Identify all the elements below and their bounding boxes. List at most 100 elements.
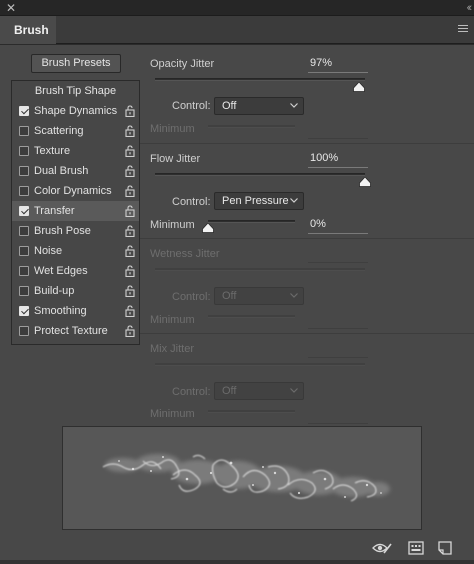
lock-icon[interactable] bbox=[125, 305, 135, 318]
brush-option-row[interactable]: Smoothing bbox=[12, 301, 139, 321]
option-label[interactable]: Noise bbox=[34, 241, 62, 261]
opacity-control-label: Control: bbox=[172, 100, 211, 112]
option-checkbox[interactable] bbox=[19, 266, 29, 276]
option-checkbox[interactable] bbox=[19, 246, 29, 256]
wetness-jitter-label: Wetness Jitter bbox=[150, 248, 220, 260]
flow-minimum-slider[interactable] bbox=[208, 220, 295, 223]
lock-icon[interactable] bbox=[125, 105, 135, 118]
lock-icon[interactable] bbox=[125, 265, 135, 278]
brush-option-row[interactable]: Noise bbox=[12, 241, 139, 261]
wetness-minimum-label: Minimum bbox=[150, 314, 195, 326]
opacity-control-select[interactable]: Off bbox=[214, 97, 304, 115]
divider bbox=[140, 143, 474, 144]
lock-icon[interactable] bbox=[125, 145, 135, 158]
mix-control-select: Off bbox=[214, 382, 304, 400]
option-checkbox[interactable] bbox=[19, 106, 29, 116]
opacity-minimum-value bbox=[308, 121, 368, 139]
mix-minimum-value bbox=[308, 406, 368, 424]
new-preset-icon[interactable] bbox=[437, 541, 453, 555]
mix-control-value: Off bbox=[222, 385, 237, 397]
brush-option-row[interactable]: Shape Dynamics bbox=[12, 101, 139, 121]
eye-brush-icon[interactable] bbox=[372, 541, 392, 555]
option-label[interactable]: Color Dynamics bbox=[34, 181, 112, 201]
brush-option-row[interactable]: Protect Texture bbox=[12, 321, 139, 341]
collapse-icon[interactable]: ‹‹ bbox=[467, 1, 473, 15]
option-label[interactable]: Shape Dynamics bbox=[34, 101, 117, 121]
lock-icon[interactable] bbox=[125, 125, 135, 138]
lock-icon[interactable] bbox=[125, 245, 135, 258]
option-checkbox[interactable] bbox=[19, 186, 29, 196]
opacity-jitter-slider[interactable] bbox=[155, 78, 365, 81]
option-checkbox[interactable] bbox=[19, 126, 29, 136]
mix-minimum-slider bbox=[208, 410, 295, 413]
chevron-down-icon bbox=[290, 388, 298, 393]
option-label[interactable]: Smoothing bbox=[34, 301, 87, 321]
flow-control-select[interactable]: Pen Pressure bbox=[214, 192, 304, 210]
brush-option-row[interactable]: Color Dynamics bbox=[12, 181, 139, 201]
panel-titlebar: ✕ ‹‹ bbox=[0, 0, 474, 16]
presets-panel-icon[interactable] bbox=[408, 541, 424, 555]
option-label[interactable]: Protect Texture bbox=[34, 321, 108, 341]
option-checkbox[interactable] bbox=[19, 206, 29, 216]
lock-icon[interactable] bbox=[125, 185, 135, 198]
lock-icon[interactable] bbox=[125, 225, 135, 238]
option-label[interactable]: Build-up bbox=[34, 281, 74, 301]
opacity-jitter-value[interactable]: 97% bbox=[308, 55, 368, 73]
option-label[interactable]: Scattering bbox=[34, 121, 84, 141]
panel-menu-icon[interactable] bbox=[458, 25, 468, 34]
chevron-down-icon bbox=[290, 293, 298, 298]
wetness-jitter-value bbox=[308, 245, 368, 263]
brush-option-row[interactable]: Dual Brush bbox=[12, 161, 139, 181]
wetness-minimum-slider bbox=[208, 315, 295, 318]
mix-minimum-label: Minimum bbox=[150, 408, 195, 420]
wetness-control-select: Off bbox=[214, 287, 304, 305]
option-checkbox[interactable] bbox=[19, 326, 29, 336]
option-checkbox[interactable] bbox=[19, 306, 29, 316]
chevron-down-icon bbox=[290, 103, 298, 108]
mix-jitter-value bbox=[308, 340, 368, 358]
option-label[interactable]: Wet Edges bbox=[34, 261, 88, 281]
option-checkbox[interactable] bbox=[19, 286, 29, 296]
brush-presets-button[interactable]: Brush Presets bbox=[31, 54, 121, 73]
brush-option-row[interactable]: Build-up bbox=[12, 281, 139, 301]
lock-icon[interactable] bbox=[125, 285, 135, 298]
flow-jitter-label: Flow Jitter bbox=[150, 153, 201, 165]
option-checkbox[interactable] bbox=[19, 166, 29, 176]
brush-option-row[interactable]: Brush Pose bbox=[12, 221, 139, 241]
divider bbox=[140, 333, 474, 334]
flow-control-value: Pen Pressure bbox=[222, 195, 289, 207]
brush-option-row[interactable]: Texture bbox=[12, 141, 139, 161]
option-checkbox[interactable] bbox=[19, 226, 29, 236]
option-label[interactable]: Texture bbox=[34, 141, 70, 161]
brush-option-row[interactable]: Wet Edges bbox=[12, 261, 139, 281]
brush-option-row[interactable]: Transfer bbox=[12, 201, 139, 221]
lock-icon[interactable] bbox=[125, 205, 135, 218]
tab-bar: Brush bbox=[0, 16, 474, 44]
brush-stroke-preview bbox=[62, 426, 422, 530]
flow-jitter-value[interactable]: 100% bbox=[308, 150, 368, 168]
opacity-jitter-label: Opacity Jitter bbox=[150, 58, 215, 70]
wetness-minimum-value bbox=[308, 311, 368, 329]
brush-option-row[interactable]: Scattering bbox=[12, 121, 139, 141]
option-label[interactable]: Brush Pose bbox=[34, 221, 91, 241]
opacity-control-value: Off bbox=[222, 100, 237, 112]
option-label[interactable]: Transfer bbox=[34, 201, 75, 221]
wetness-jitter-slider bbox=[155, 268, 365, 271]
wetness-control-label: Control: bbox=[172, 291, 211, 303]
flow-control-label: Control: bbox=[172, 196, 211, 208]
option-checkbox[interactable] bbox=[19, 146, 29, 156]
mix-jitter-label: Mix Jitter bbox=[150, 343, 194, 355]
flow-minimum-value[interactable]: 0% bbox=[308, 216, 368, 234]
panel-bottom-edge bbox=[0, 560, 474, 564]
tab-brush[interactable]: Brush bbox=[0, 16, 56, 44]
close-icon[interactable]: ✕ bbox=[6, 1, 16, 15]
option-label[interactable]: Dual Brush bbox=[34, 161, 88, 181]
mix-jitter-slider bbox=[155, 363, 365, 366]
lock-icon[interactable] bbox=[125, 325, 135, 338]
lock-icon[interactable] bbox=[125, 165, 135, 178]
flow-jitter-slider[interactable] bbox=[155, 173, 365, 176]
brush-tip-shape-item[interactable]: Brush Tip Shape bbox=[12, 81, 139, 101]
wetness-control-value: Off bbox=[222, 290, 237, 302]
chevron-down-icon bbox=[290, 198, 298, 203]
divider bbox=[140, 238, 474, 239]
